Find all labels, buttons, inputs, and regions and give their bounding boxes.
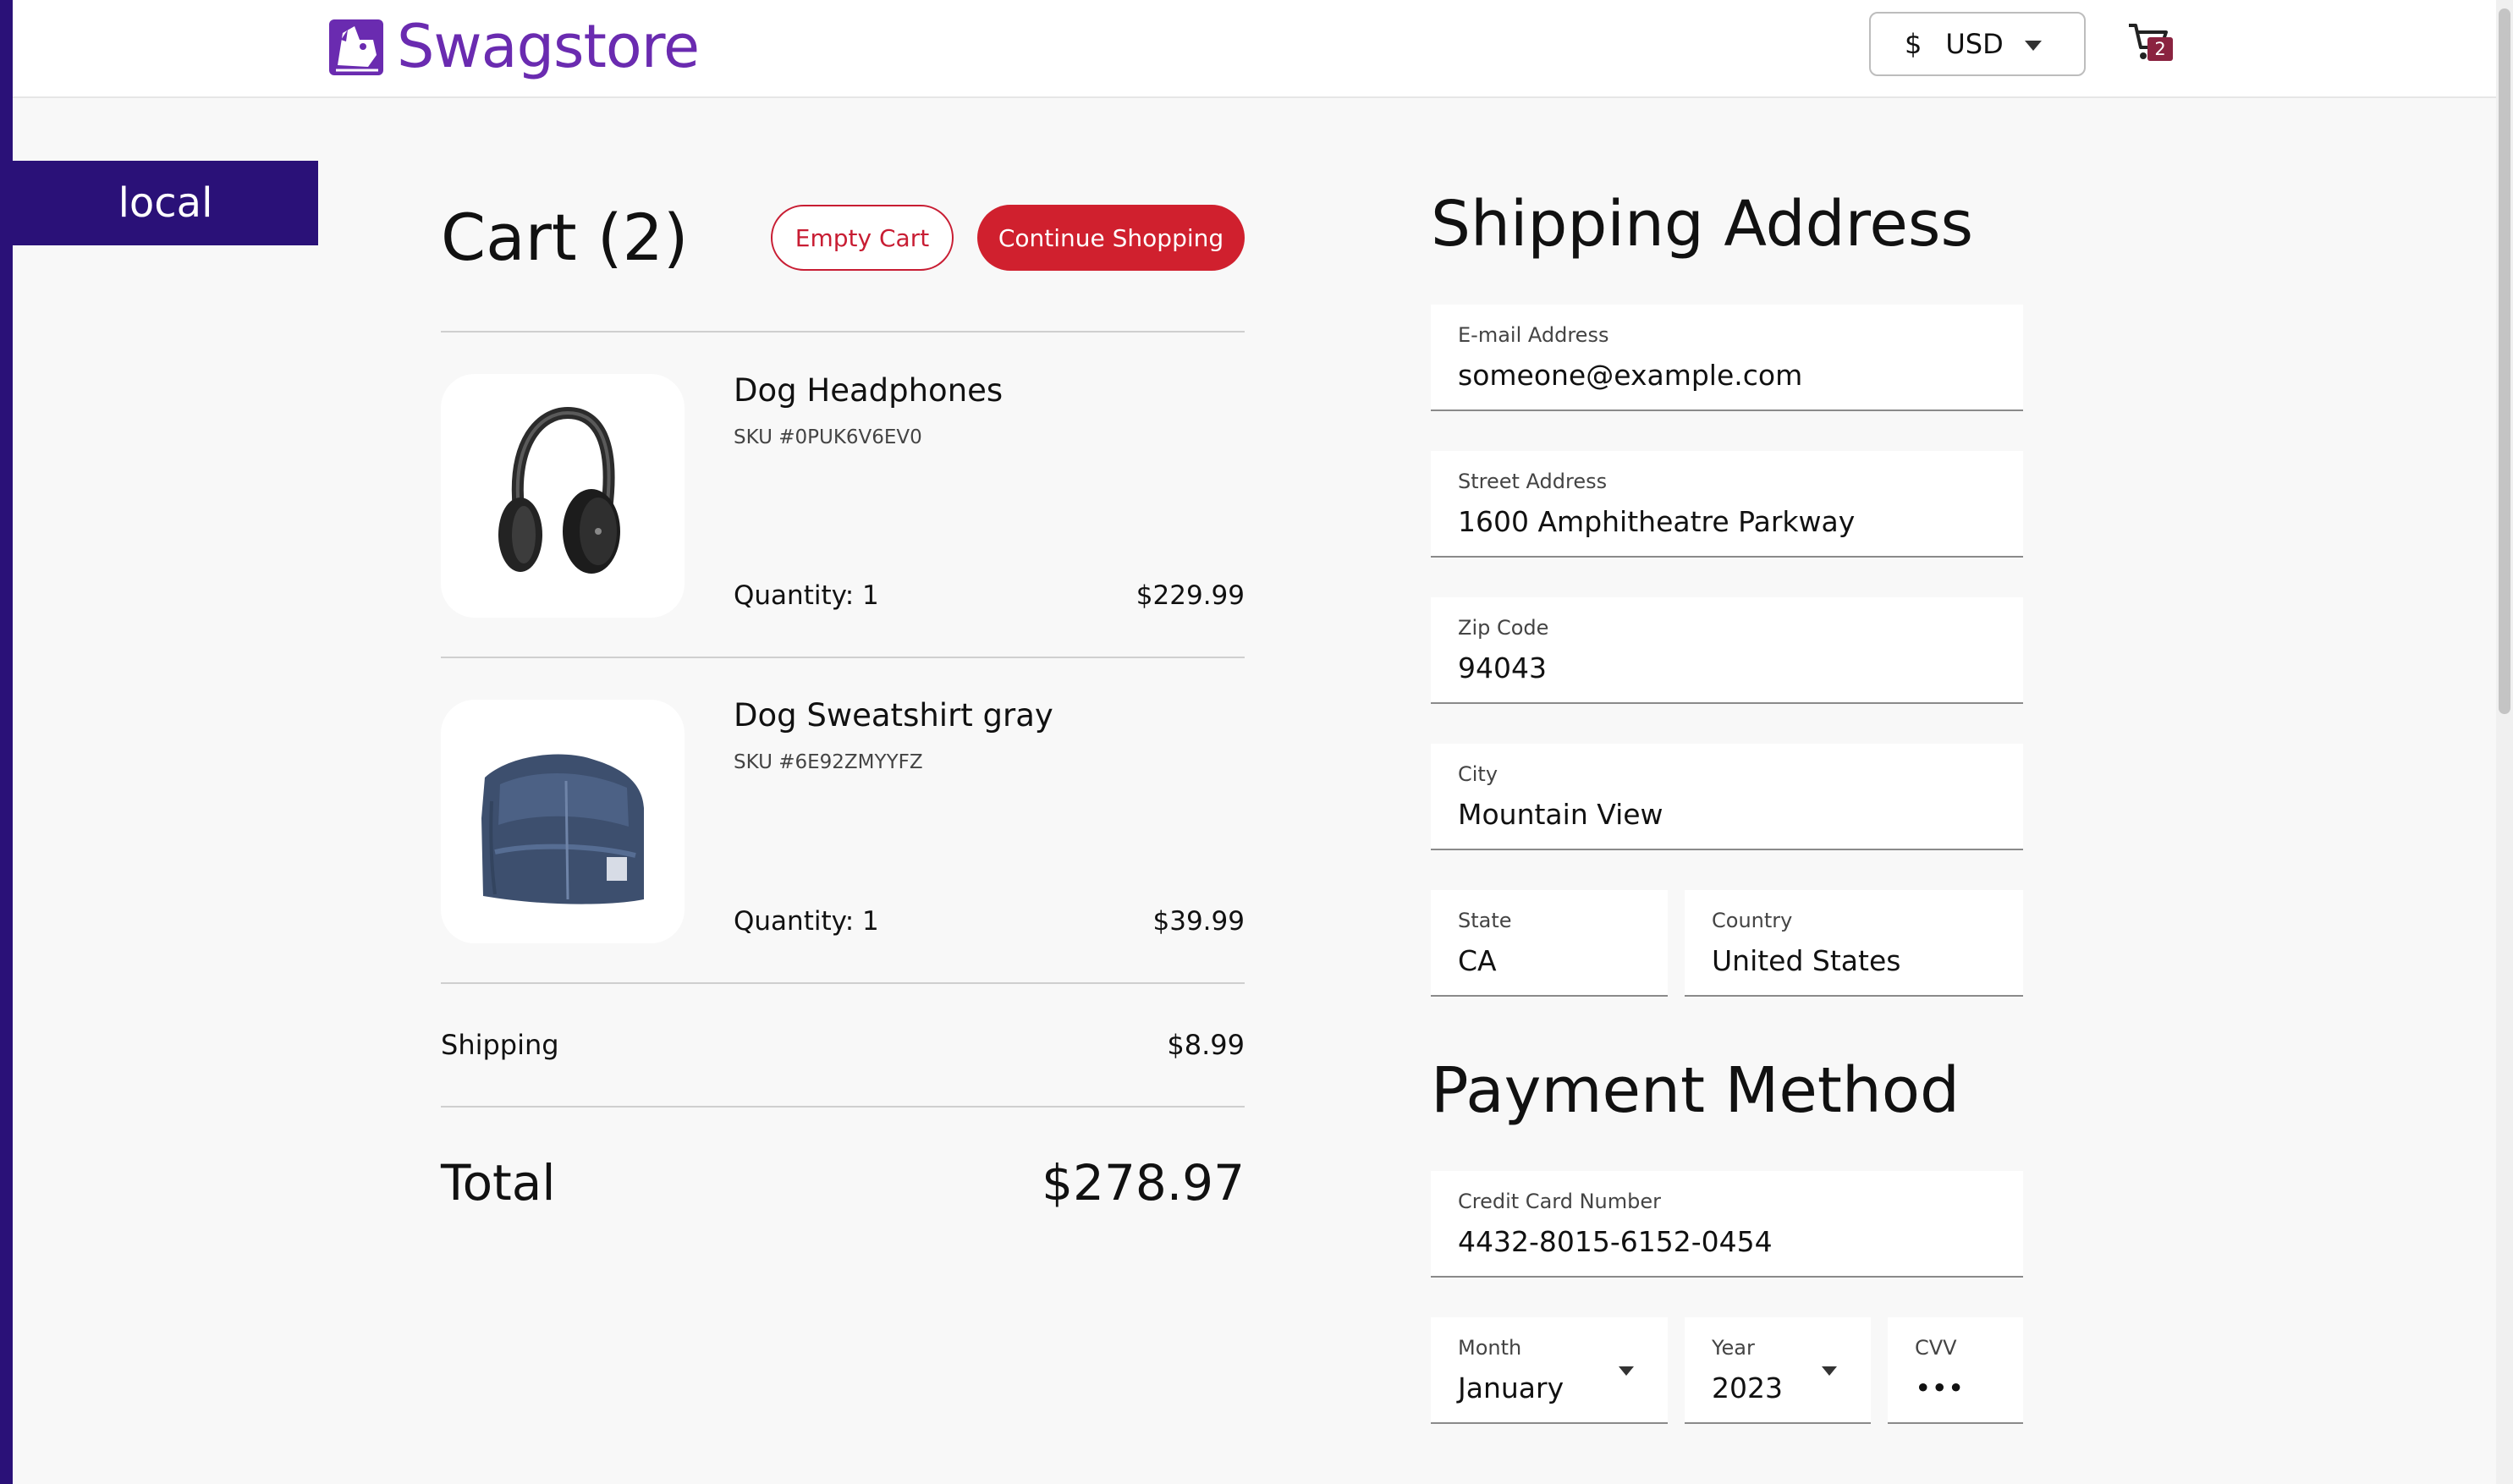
cart-title: Cart (2) (441, 200, 689, 275)
headphones-icon (498, 406, 620, 574)
empty-cart-button[interactable]: Empty Cart (771, 205, 954, 271)
currency-code: USD (1945, 28, 2004, 60)
field-value[interactable]: 1600 Amphitheatre Parkway (1458, 505, 1855, 538)
cart-item-quantity: Quantity: 1 (734, 580, 879, 611)
field-label: Country (1712, 909, 1793, 932)
divider (441, 331, 1245, 333)
cart-item-price: $39.99 (1152, 906, 1245, 937)
sweatshirt-icon (481, 754, 644, 904)
year-select[interactable]: Year 2023 (1685, 1317, 1871, 1424)
scrollbar-thumb[interactable] (2499, 8, 2510, 714)
shipping-cost: $8.99 (1167, 1029, 1245, 1061)
cart-item-sku: SKU #0PUK6V6EV0 (734, 426, 922, 448)
currency-select[interactable]: $ USD (1869, 12, 2086, 76)
field-value[interactable]: ••• (1915, 1371, 1964, 1404)
currency-symbol: $ (1905, 28, 1922, 60)
field-label: City (1458, 762, 1498, 786)
cart-item-sku: SKU #6E92ZMYYFZ (734, 751, 923, 773)
cart-item-quantity: Quantity: 1 (734, 906, 879, 937)
cart-item-price: $229.99 (1136, 580, 1245, 611)
shipping-label: Shipping (441, 1029, 559, 1061)
field-label: State (1458, 909, 1512, 932)
divider (441, 1106, 1245, 1108)
total-value: $278.97 (1042, 1154, 1245, 1212)
continue-shopping-button[interactable]: Continue Shopping (977, 205, 1245, 271)
total-label: Total (441, 1154, 556, 1212)
field-label: Month (1458, 1336, 1522, 1360)
payment-method-title: Payment Method (1431, 1054, 1960, 1127)
field-value[interactable]: 94043 (1458, 651, 1547, 684)
state-field[interactable]: State CA (1431, 890, 1668, 997)
street-address-field[interactable]: Street Address 1600 Amphitheatre Parkway (1431, 451, 2023, 558)
field-value[interactable]: January (1458, 1371, 1564, 1404)
cart-item-name[interactable]: Dog Headphones (734, 372, 1003, 409)
field-value[interactable]: CA (1458, 944, 1497, 977)
field-value[interactable]: someone@example.com (1458, 359, 1802, 392)
field-label: Street Address (1458, 470, 1608, 493)
product-thumbnail[interactable] (441, 374, 685, 618)
field-label: Zip Code (1458, 616, 1549, 640)
cart-count-badge[interactable]: 2 (2147, 37, 2173, 61)
field-value[interactable]: United States (1712, 944, 1900, 977)
swagstore-logo[interactable]: Swagstore (326, 12, 700, 81)
divider (441, 657, 1245, 658)
product-thumbnail[interactable] (441, 700, 685, 943)
field-value[interactable]: 4432-8015-6152-0454 (1458, 1225, 1773, 1258)
country-field[interactable]: Country United States (1685, 890, 2023, 997)
city-field[interactable]: City Mountain View (1431, 744, 2023, 850)
left-accent-strip (0, 0, 13, 1484)
chevron-down-icon (1619, 1366, 1634, 1376)
field-label: E-mail Address (1458, 323, 1609, 347)
credit-card-field[interactable]: Credit Card Number 4432-8015-6152-0454 (1431, 1171, 2023, 1278)
brand-name: Swagstore (397, 12, 700, 81)
chevron-down-icon (2025, 41, 2042, 51)
field-value[interactable]: 2023 (1712, 1371, 1783, 1404)
shipping-address-title: Shipping Address (1431, 188, 1974, 261)
field-label: Credit Card Number (1458, 1190, 1661, 1213)
field-label: CVV (1915, 1336, 1957, 1360)
email-field[interactable]: E-mail Address someone@example.com (1431, 305, 2023, 411)
field-label: Year (1712, 1336, 1755, 1360)
zip-code-field[interactable]: Zip Code 94043 (1431, 597, 2023, 704)
environment-badge: local (13, 161, 318, 245)
cart-item-name[interactable]: Dog Sweatshirt gray (734, 697, 1053, 734)
cvv-field[interactable]: CVV ••• (1888, 1317, 2023, 1424)
chevron-down-icon (1822, 1366, 1837, 1376)
divider (441, 982, 1245, 984)
field-value[interactable]: Mountain View (1458, 798, 1663, 831)
month-select[interactable]: Month January (1431, 1317, 1668, 1424)
dog-logo-icon (329, 19, 383, 75)
